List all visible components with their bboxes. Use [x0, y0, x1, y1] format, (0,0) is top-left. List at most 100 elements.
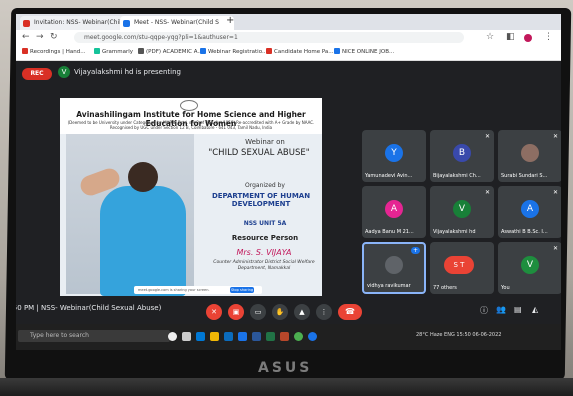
slide-organized-by: Organized by [245, 182, 285, 189]
new-tab-button[interactable]: + [226, 15, 234, 26]
child-head [128, 162, 158, 192]
chrome-app-icon[interactable] [294, 332, 303, 341]
raise-hand-button[interactable]: ✋ [272, 304, 288, 320]
slide-resource-person: Resource Person [231, 234, 299, 242]
participant-name: Aswathi B B.Sc. I... [501, 229, 548, 235]
tab-invitation[interactable]: Invitation: NSS- Webinar(Child [20, 16, 132, 30]
bookmarks-bar: Recordings | Hand... Grammarly (PDF) ACA… [16, 46, 561, 61]
participant-tile[interactable]: + vidhya ravikumar [362, 242, 426, 294]
meeting-title: 3:50 PM | NSS- Webinar(Child Sexual Abus… [16, 304, 162, 312]
slide-speaker: Mrs. S. VIJAYA [236, 248, 292, 257]
speaking-icon: + [410, 247, 420, 254]
word-icon[interactable] [252, 332, 261, 341]
participant-tile[interactable]: ✕ A Aswathi B B.Sc. I... [498, 186, 561, 238]
participant-name: vidhya ravikumar [367, 283, 411, 289]
chrome-icon[interactable] [238, 332, 247, 341]
slide-speaker-role: Counter Administrator District Social We… [213, 260, 315, 271]
participant-tile[interactable]: A Aadya Banu M 21... [362, 186, 426, 238]
more-options-button[interactable]: ⋮ [316, 304, 332, 320]
laptop-screen: Invitation: NSS- Webinar(Child Meet - NS… [16, 14, 561, 350]
system-tray[interactable]: 28°C Haze ENG 15:50 06-06-2022 [416, 332, 501, 338]
forward-icon[interactable]: → [36, 32, 44, 42]
mic-off-icon: ✕ [552, 133, 558, 140]
avatar [521, 144, 539, 162]
reload-icon[interactable]: ↻ [50, 32, 58, 42]
bookmark-item[interactable]: (PDF) ACADEMIC A... [138, 48, 203, 55]
bookmark-item[interactable]: Candidate Home Pa... [266, 48, 334, 55]
participant-name: Surabi Sundari S... [501, 173, 548, 179]
presenting-text: Vijayalakshmi hd is presenting [74, 68, 181, 76]
avatar: V [453, 200, 471, 218]
participant-name: You [501, 285, 510, 291]
bookmark-item[interactable]: Grammarly [94, 48, 133, 55]
participant-name: Yamunadevi Avin... [365, 173, 413, 179]
avatar: V [521, 256, 539, 274]
cortana-icon[interactable] [168, 332, 177, 341]
browser-toolbar: ← → ↻ meet.google.com/stu-qqpe-yqg?pli=1… [16, 30, 561, 46]
tab-label: Meet - NSS- Webinar(Child S [134, 19, 219, 26]
participant-tile[interactable]: ✕ Surabi Sundari S... [498, 130, 561, 182]
activities-icon[interactable]: ◭ [532, 305, 538, 314]
mic-off-icon: ✕ [484, 189, 490, 196]
shared-slide: Avinashilingam Institute for Home Scienc… [60, 98, 322, 296]
people-icon[interactable]: 👥 [496, 305, 506, 314]
meet-app-icon[interactable] [308, 332, 317, 341]
store-icon[interactable] [224, 332, 233, 341]
slide-unit: NSS UNIT 5A [243, 220, 287, 227]
keyboard-edge [0, 378, 573, 396]
camera-off-button[interactable]: ▣ [228, 304, 244, 320]
avatar [385, 256, 403, 274]
bookmark-item[interactable]: NICE ONLINE JOB... [334, 48, 394, 55]
excel-icon[interactable] [266, 332, 275, 341]
slide-header: Avinashilingam Institute for Home Scienc… [60, 98, 322, 134]
captions-button[interactable]: ▭ [250, 304, 266, 320]
laptop-body: Invitation: NSS- Webinar(Child Meet - NS… [0, 0, 573, 396]
taskbar-search[interactable]: Type here to search [18, 330, 170, 342]
task-view-icon[interactable] [182, 332, 191, 341]
participant-tile-self[interactable]: ✕ V You [498, 242, 561, 294]
menu-icon[interactable]: ⋮ [544, 32, 553, 42]
star-icon[interactable]: ☆ [486, 32, 494, 42]
participant-name: 77 others [433, 285, 457, 291]
slide-webinar-on: Webinar on [245, 138, 285, 146]
recording-badge[interactable]: REC [22, 68, 52, 80]
browser-tab-bar: Invitation: NSS- Webinar(Child Meet - NS… [16, 14, 561, 30]
powerpoint-icon[interactable] [280, 332, 289, 341]
bookmark-item[interactable]: Webinar Registratio... [200, 48, 267, 55]
chat-icon[interactable]: ▤ [514, 305, 522, 314]
avatar: S T [444, 256, 474, 274]
mic-off-button[interactable]: ✕ [206, 304, 222, 320]
profile-avatar[interactable] [524, 34, 532, 42]
info-icon[interactable]: ⓘ [480, 305, 488, 316]
participant-name: Aadya Banu M 21... [365, 229, 414, 235]
tab-meet[interactable]: Meet - NSS- Webinar(Child S [120, 16, 234, 30]
present-button[interactable]: ▲ [294, 304, 310, 320]
participant-tile[interactable]: ✕ V Vijayalakshmi hd [430, 186, 494, 238]
avatar: A [385, 200, 403, 218]
participant-tile[interactable]: ✕ B Bijayalakshmi Ch... [430, 130, 494, 182]
file-explorer-icon[interactable] [210, 332, 219, 341]
bookmark-item[interactable]: Recordings | Hand... [22, 48, 85, 55]
edge-icon[interactable] [196, 332, 205, 341]
child-body [100, 186, 186, 296]
address-bar[interactable]: meet.google.com/stu-qqpe-yqg?pli=1&authu… [74, 32, 464, 43]
slide-photo-child [66, 134, 194, 296]
mic-off-icon: ✕ [552, 245, 558, 252]
extensions-icon[interactable]: ◧ [506, 32, 515, 42]
presenter-avatar: V [58, 66, 70, 78]
end-call-button[interactable]: ☎ [338, 304, 362, 320]
back-icon[interactable]: ← [22, 32, 30, 42]
participant-name: Bijayalakshmi Ch... [433, 173, 481, 179]
stop-sharing-button[interactable]: Stop sharing [230, 287, 254, 293]
avatar: B [453, 144, 471, 162]
tab-label: Invitation: NSS- Webinar(Child [34, 19, 125, 26]
gmail-icon [23, 20, 30, 27]
institute-sub: (Deemed to be University under Category … [67, 120, 315, 130]
avatar: A [521, 200, 539, 218]
laptop-brand-logo: ASUS [258, 360, 313, 376]
participant-name: Vijayalakshmi hd [433, 229, 476, 235]
meet-icon [123, 20, 130, 27]
slide-department: DEPARTMENT OF HUMAN DEVELOPMENT [211, 192, 311, 208]
participant-tile[interactable]: Y Yamunadevi Avin... [362, 130, 426, 182]
participant-tile-others[interactable]: S T 77 others [430, 242, 494, 294]
